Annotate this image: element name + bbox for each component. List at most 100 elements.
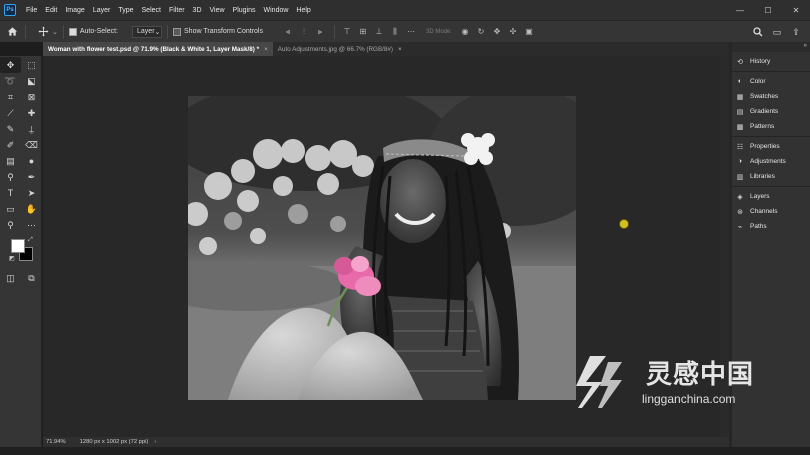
crop-tool-icon[interactable]: ⌗ <box>0 89 21 105</box>
move-tool-icon[interactable]: ✥ <box>0 57 21 73</box>
align-top-icon[interactable]: ⊤ <box>340 25 354 39</box>
panel-libraries[interactable]: ▥ Libraries <box>732 169 810 184</box>
zoom-level[interactable]: 71.94% <box>46 439 66 445</box>
quick-mask-icon[interactable]: ◫ <box>0 270 21 286</box>
home-icon[interactable] <box>4 24 20 40</box>
align-bottom-icon[interactable]: ⊥ <box>372 25 386 39</box>
chevron-down-icon[interactable]: ⌄ <box>52 28 58 36</box>
close-button[interactable]: ✕ <box>782 0 810 20</box>
menu-window[interactable]: Window <box>260 7 293 14</box>
3d-orbit-icon[interactable]: ◉ <box>458 25 472 39</box>
healing-brush-tool-icon[interactable]: ✚ <box>21 105 42 121</box>
3d-scale-icon[interactable]: ▣ <box>522 25 536 39</box>
menu-filter[interactable]: Filter <box>165 7 189 14</box>
swap-colors-icon[interactable]: ⤢ <box>28 237 33 244</box>
menu-edit[interactable]: Edit <box>41 7 61 14</box>
move-tool-preset-icon[interactable] <box>35 24 51 40</box>
search-icon[interactable] <box>750 24 766 40</box>
panel-label: Gradients <box>750 108 779 115</box>
adjustments-icon: ◑ <box>737 158 743 165</box>
frame-tool-icon[interactable]: ⊠ <box>21 89 42 105</box>
marquee-tool-icon[interactable]: ⬚ <box>21 57 42 73</box>
eraser-tool-icon[interactable]: ⌫ <box>21 137 42 153</box>
workspace-icon[interactable]: ▭ <box>769 24 785 40</box>
tab-auto-adjustments[interactable]: Auto Adjustments.jpg @ 66.7% (RGB/8#) × <box>273 42 407 56</box>
panel-layers[interactable]: ◈ Layers <box>732 189 810 204</box>
tab-woman-with-flower[interactable]: Woman with flower test.psd @ 71.9% (Blac… <box>43 42 273 56</box>
panel-paths[interactable]: ⌁ Paths <box>732 219 810 234</box>
3d-pan-icon[interactable]: ✥ <box>490 25 504 39</box>
panel-history[interactable]: ⟲ History <box>732 54 810 69</box>
menu-bar: Ps File Edit Image Layer Type Select Fil… <box>0 0 810 20</box>
tab-label: Auto Adjustments.jpg @ 66.7% (RGB/8#) <box>277 45 394 53</box>
distribute-icon[interactable]: ⫼ <box>388 25 402 39</box>
eyedropper-tool-icon[interactable]: ⟋ <box>0 105 21 121</box>
cursor-indicator <box>619 219 629 229</box>
edit-toolbar-icon[interactable]: ⋯ <box>21 217 42 233</box>
collapse-panels-icon[interactable]: » <box>804 43 807 49</box>
close-icon[interactable]: × <box>264 46 268 53</box>
gradient-tool-icon[interactable]: ▤ <box>0 153 21 169</box>
panel-gradients[interactable]: ▤ Gradients <box>732 104 810 119</box>
menu-3d[interactable]: 3D <box>189 7 206 14</box>
dodge-tool-icon[interactable]: ⚲ <box>0 169 21 185</box>
panel-label: Properties <box>750 143 780 150</box>
blur-tool-icon[interactable]: ● <box>21 153 42 169</box>
tools-panel: ✥ ⬚ ➰ ⬕ ⌗ ⊠ ⟋ ✚ ✎ ⍊ ✐ ⌫ ▤ ● ⚲ ✒ T ➤ ▭ ✋ … <box>0 56 42 455</box>
document-image[interactable] <box>188 96 576 400</box>
3d-slide-icon[interactable]: ✣ <box>506 25 520 39</box>
lasso-tool-icon[interactable]: ➰ <box>0 73 21 89</box>
share-icon[interactable]: ⇪ <box>788 24 804 40</box>
menu-view[interactable]: View <box>206 7 229 14</box>
minimize-button[interactable]: — <box>726 0 754 20</box>
panel-properties[interactable]: ☷ Properties <box>732 139 810 154</box>
default-colors-icon[interactable]: ◩ <box>9 255 15 262</box>
photo-woman-with-flower <box>188 96 576 400</box>
panel-swatches[interactable]: ▦ Swatches <box>732 89 810 104</box>
rectangle-tool-icon[interactable]: ▭ <box>0 201 21 217</box>
zoom-tool-icon[interactable]: ⚲ <box>0 217 21 233</box>
panel-label: Layers <box>750 193 770 200</box>
panel-channels[interactable]: ⊛ Channels <box>732 204 810 219</box>
separator <box>62 24 64 39</box>
panel-patterns[interactable]: ▩ Patterns <box>732 119 810 134</box>
panel-label: Paths <box>750 223 767 230</box>
object-selection-tool-icon[interactable]: ⬕ <box>21 73 42 89</box>
align-vertical-center-icon[interactable]: ⊞ <box>356 25 370 39</box>
menu-file[interactable]: File <box>22 7 41 14</box>
clone-stamp-tool-icon[interactable]: ⍊ <box>21 121 42 137</box>
align-horizontal-center-icon[interactable]: ⫶ <box>297 25 311 39</box>
show-transform-controls-checkbox[interactable] <box>173 27 182 36</box>
auto-select-label: Auto-Select: <box>79 28 119 35</box>
menu-layer[interactable]: Layer <box>89 7 115 14</box>
auto-select-checkbox[interactable] <box>68 27 77 36</box>
align-right-icon[interactable]: ⫸ <box>313 25 327 39</box>
panel-adjustments[interactable]: ◑ Adjustments <box>732 154 810 169</box>
menu-image[interactable]: Image <box>61 7 88 14</box>
document-size: 1280 px x 1002 px (72 ppi) <box>79 439 149 445</box>
hand-tool-icon[interactable]: ✋ <box>21 201 42 217</box>
menu-type[interactable]: Type <box>114 7 137 14</box>
menu-help[interactable]: Help <box>292 7 314 14</box>
brush-tool-icon[interactable]: ✎ <box>0 121 21 137</box>
maximize-button[interactable]: ☐ <box>754 0 782 20</box>
path-selection-tool-icon[interactable]: ➤ <box>21 185 42 201</box>
status-menu-arrow[interactable]: › <box>154 439 156 445</box>
tab-label: Woman with flower test.psd @ 71.9% (Blac… <box>48 45 260 53</box>
pen-tool-icon[interactable]: ✒ <box>21 169 42 185</box>
menu-select[interactable]: Select <box>138 7 165 14</box>
more-options-icon[interactable]: ⋯ <box>404 25 418 39</box>
foreground-color-swatch[interactable] <box>11 239 25 253</box>
watermark-logo-icon <box>576 356 622 408</box>
type-tool-icon[interactable]: T <box>0 185 21 201</box>
auto-select-target-dropdown[interactable]: Layer ⌄ <box>132 25 163 38</box>
window-controls: — ☐ ✕ <box>726 0 810 20</box>
close-icon[interactable]: × <box>398 46 402 53</box>
panel-color[interactable]: ◐ Color <box>732 74 810 89</box>
menu-plugins[interactable]: Plugins <box>229 7 260 14</box>
3d-roll-icon[interactable]: ↻ <box>474 25 488 39</box>
gradients-icon: ▤ <box>736 108 744 116</box>
history-brush-tool-icon[interactable]: ✐ <box>0 137 21 153</box>
screen-mode-icon[interactable]: ⧉ <box>21 270 42 286</box>
align-left-icon[interactable]: ⫷ <box>281 25 295 39</box>
